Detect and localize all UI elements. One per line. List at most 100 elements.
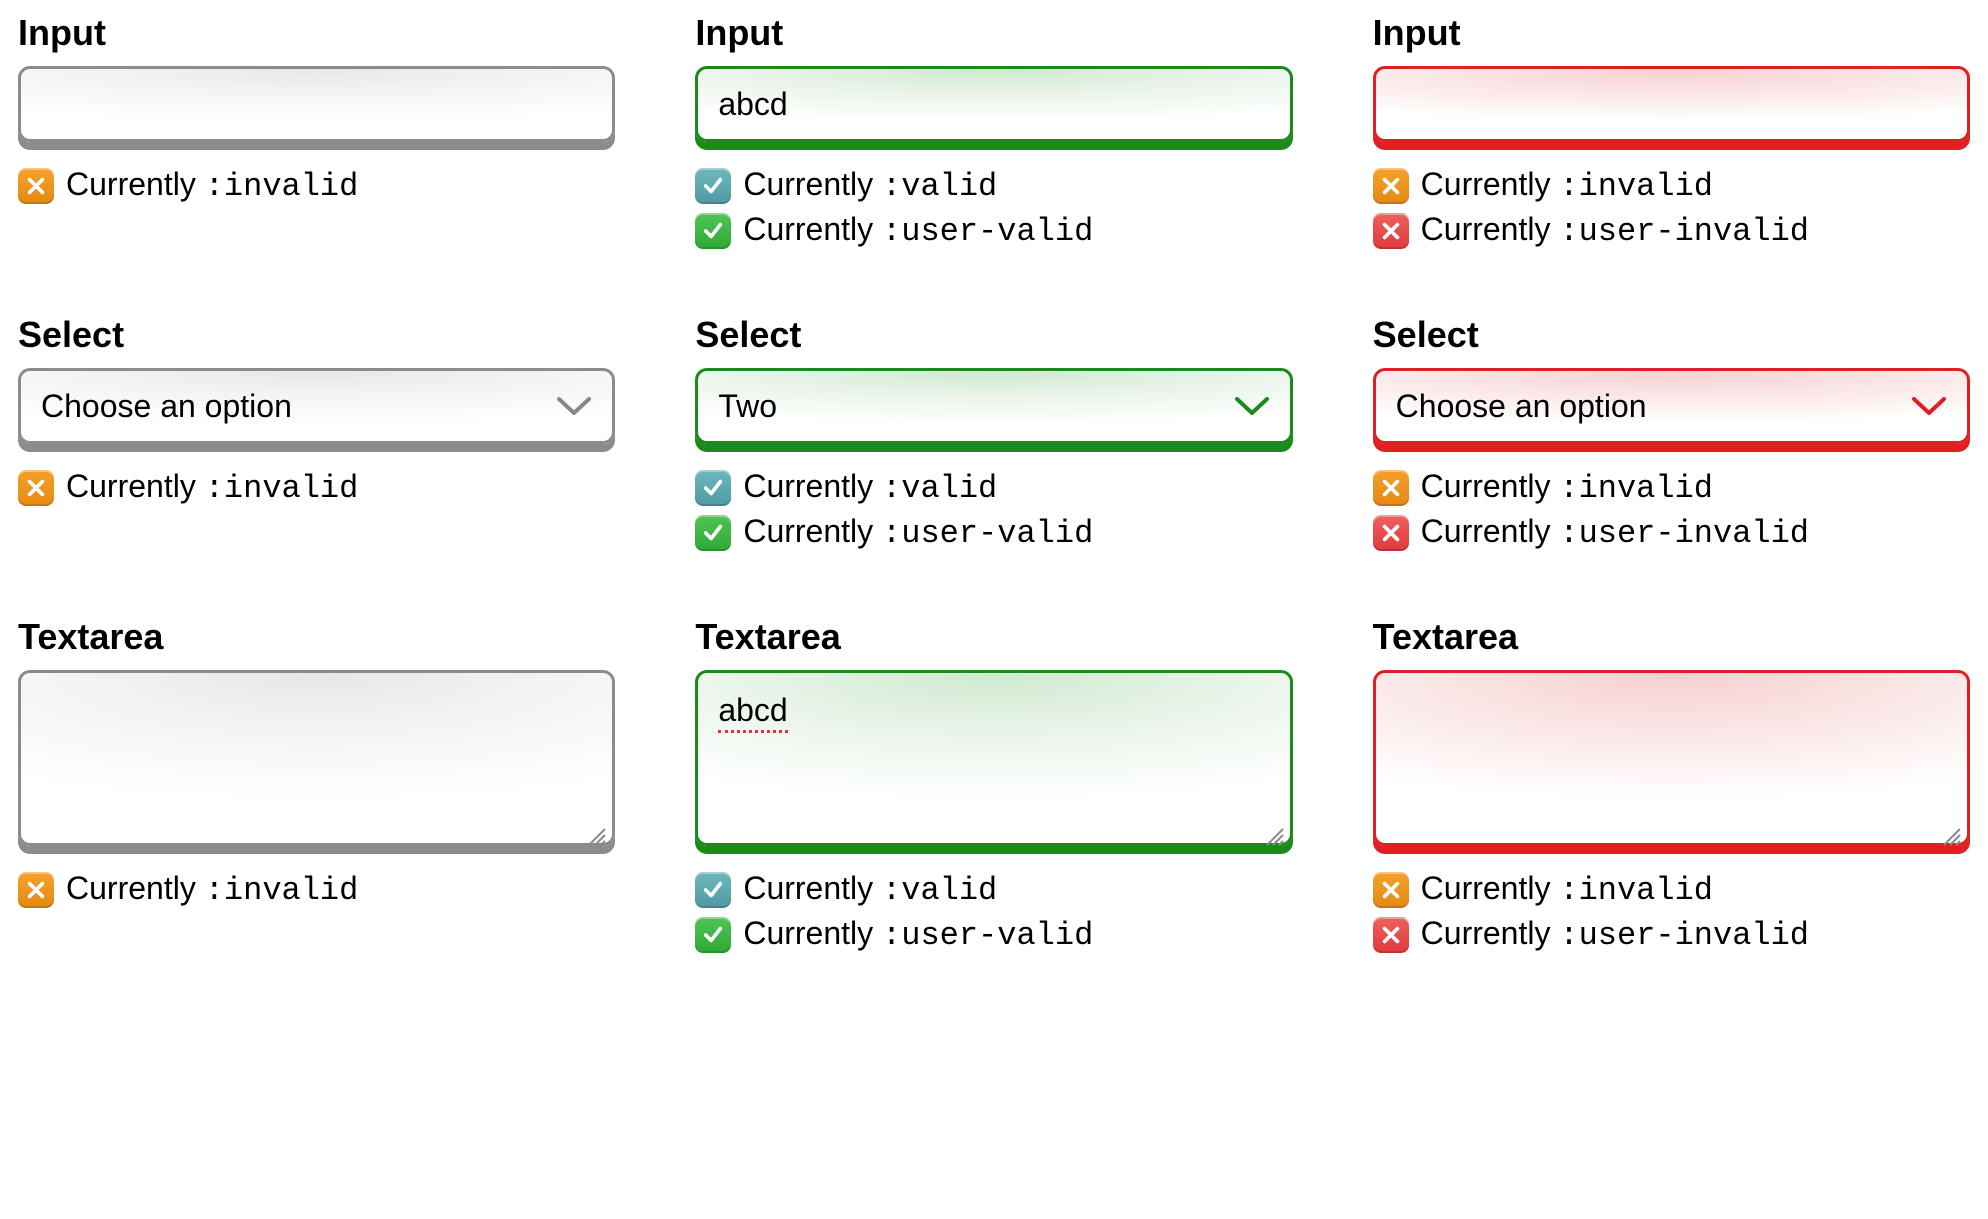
status-prefix: Currently <box>743 211 882 247</box>
status-prefix: Currently <box>1421 211 1560 247</box>
text-input[interactable] <box>1373 66 1970 142</box>
select-label: Select <box>1373 314 1970 356</box>
select-input[interactable]: Choose an option <box>18 368 615 444</box>
status-selector: :invalid <box>205 168 359 205</box>
x-icon <box>18 872 54 908</box>
cell-select-col2: Select Two Currently :validCurrently :us… <box>695 314 1292 552</box>
form-demo-grid: Input Currently :invalid Input Currently… <box>18 12 1970 954</box>
check-icon <box>695 470 731 506</box>
status-prefix: Currently <box>1421 468 1560 504</box>
input-label: Input <box>1373 12 1970 54</box>
status-line: Currently :user-valid <box>695 513 1292 552</box>
status-selector: :invalid <box>205 470 359 507</box>
status-selector: :invalid <box>1559 168 1713 205</box>
x-icon <box>1373 470 1409 506</box>
select-wrap: Choose an option <box>1373 368 1970 444</box>
status-list: Currently :validCurrently :user-valid <box>695 166 1292 250</box>
status-list: Currently :valid Currently :user-valid <box>695 870 1292 954</box>
cell-textarea-col2: Textarea abcd Currently :validCurrently … <box>695 616 1292 954</box>
chevron-down-icon <box>1911 395 1947 417</box>
input-wrap <box>695 66 1292 142</box>
check-icon <box>695 515 731 551</box>
status-prefix: Currently <box>66 166 205 202</box>
select-wrap: Two <box>695 368 1292 444</box>
x-icon <box>18 168 54 204</box>
status-selector: :valid <box>882 168 997 205</box>
textarea-input[interactable] <box>18 670 615 846</box>
input-wrap <box>18 66 615 142</box>
cell-input-col3: Input Currently :invalidCurrently :user-… <box>1373 12 1970 250</box>
select-value: Choose an option <box>41 388 292 425</box>
textarea-input[interactable] <box>1373 670 1970 846</box>
check-icon <box>695 213 731 249</box>
cell-select-col1: Select Choose an option Currently :inval… <box>18 314 615 552</box>
status-prefix: Currently <box>743 513 882 549</box>
textarea-wrap <box>18 670 615 846</box>
text-input[interactable] <box>695 66 1292 142</box>
status-text: Currently :user-invalid <box>1421 915 1809 954</box>
status-text: Currently :valid <box>743 870 997 909</box>
status-selector: :user-valid <box>882 917 1093 954</box>
select-label: Select <box>18 314 615 356</box>
textarea-label: Textarea <box>18 616 615 658</box>
status-selector: :valid <box>882 470 997 507</box>
text-input[interactable] <box>18 66 615 142</box>
status-prefix: Currently <box>1421 915 1560 951</box>
status-line: Currently :valid <box>695 870 1292 909</box>
status-line: Currently :invalid <box>1373 468 1970 507</box>
status-prefix: Currently <box>743 468 882 504</box>
status-selector: :invalid <box>1559 872 1713 909</box>
status-selector: :invalid <box>1559 470 1713 507</box>
status-line: Currently :invalid <box>18 468 615 507</box>
status-list: Currently :invalidCurrently :user-invali… <box>1373 468 1970 552</box>
status-text: Currently :invalid <box>66 468 358 507</box>
select-input[interactable]: Two <box>695 368 1292 444</box>
input-label: Input <box>18 12 615 54</box>
status-list: Currently :invalid <box>18 468 615 507</box>
status-text: Currently :user-valid <box>743 915 1093 954</box>
textarea-input[interactable]: abcd <box>695 670 1292 846</box>
textarea-label: Textarea <box>695 616 1292 658</box>
status-list: Currently :invalid <box>18 870 615 909</box>
status-text: Currently :user-valid <box>743 513 1093 552</box>
cell-input-col1: Input Currently :invalid <box>18 12 615 250</box>
status-line: Currently :valid <box>695 166 1292 205</box>
status-prefix: Currently <box>66 870 205 906</box>
status-list: Currently :invalid <box>18 166 615 205</box>
chevron-down-icon <box>1234 395 1270 417</box>
status-line: Currently :user-invalid <box>1373 211 1970 250</box>
input-label: Input <box>695 12 1292 54</box>
status-prefix: Currently <box>1421 870 1560 906</box>
check-icon <box>695 917 731 953</box>
status-selector: :user-valid <box>882 213 1093 250</box>
x-icon <box>1373 213 1409 249</box>
cell-textarea-col3: Textarea Currently :invalid Currently :us… <box>1373 616 1970 954</box>
input-wrap <box>1373 66 1970 142</box>
status-line: Currently :user-valid <box>695 211 1292 250</box>
status-selector: :user-invalid <box>1559 515 1809 552</box>
status-list: Currently :validCurrently :user-valid <box>695 468 1292 552</box>
textarea-label: Textarea <box>1373 616 1970 658</box>
status-text: Currently :invalid <box>66 870 358 909</box>
status-prefix: Currently <box>1421 166 1560 202</box>
select-value: Two <box>718 388 777 425</box>
status-prefix: Currently <box>66 468 205 504</box>
check-icon <box>695 168 731 204</box>
status-selector: :invalid <box>205 872 359 909</box>
status-selector: :user-valid <box>882 515 1093 552</box>
status-text: Currently :invalid <box>1421 870 1713 909</box>
status-selector: :user-invalid <box>1559 213 1809 250</box>
x-icon <box>1373 917 1409 953</box>
status-line: Currently :invalid <box>18 166 615 205</box>
status-text: Currently :user-invalid <box>1421 211 1809 250</box>
select-input[interactable]: Choose an option <box>1373 368 1970 444</box>
status-list: Currently :invalidCurrently :user-invali… <box>1373 166 1970 250</box>
cell-select-col3: Select Choose an option Currently :inval… <box>1373 314 1970 552</box>
status-prefix: Currently <box>743 915 882 951</box>
cell-input-col2: Input Currently :validCurrently :user-va… <box>695 12 1292 250</box>
status-text: Currently :user-invalid <box>1421 513 1809 552</box>
textarea-wrap: abcd <box>695 670 1292 846</box>
status-prefix: Currently <box>743 166 882 202</box>
status-line: Currently :user-invalid <box>1373 513 1970 552</box>
textarea-wrap <box>1373 670 1970 846</box>
